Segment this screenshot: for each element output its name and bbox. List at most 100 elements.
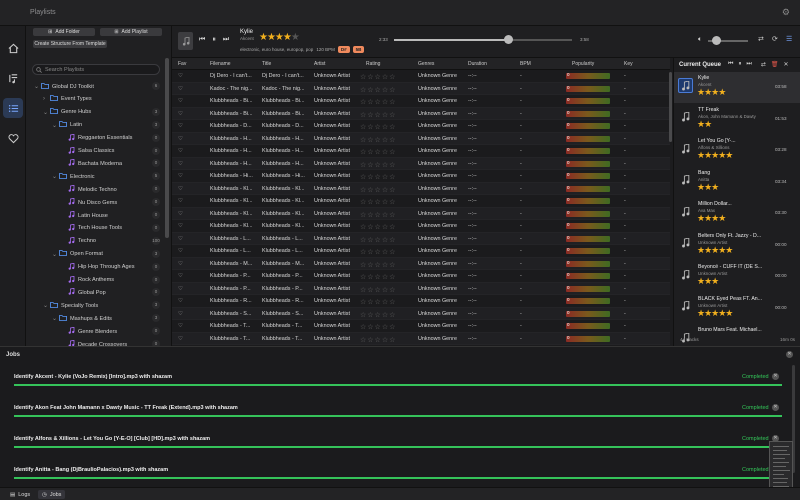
tree-item[interactable]: ⌄ Global DJ Toolkit 6 [34, 80, 160, 93]
seek-knob[interactable] [503, 35, 513, 44]
cell-rating-stars[interactable]: ☆☆☆☆☆ [360, 73, 396, 81]
logs-tab[interactable]: ▤ Logs [6, 490, 34, 499]
table-scrollbar[interactable] [669, 72, 672, 142]
table-row[interactable]: ♡ Klubbheads - Kl... Klubbheads - Kl... Unk… [172, 182, 670, 195]
tree-item[interactable]: Global Pop 0 [61, 286, 160, 299]
cell-rating-stars[interactable]: ☆☆☆☆☆ [360, 111, 396, 119]
chevron-icon[interactable]: ⌄ [43, 302, 50, 309]
cell-rating-stars[interactable]: ☆☆☆☆☆ [360, 236, 396, 244]
favorite-heart-icon[interactable]: ♡ [178, 311, 183, 317]
favorite-heart-icon[interactable]: ♡ [178, 211, 183, 217]
column-header[interactable]: BPM [520, 61, 531, 67]
favorite-heart-icon[interactable]: ♡ [178, 173, 183, 179]
favorite-heart-icon[interactable]: ♡ [178, 148, 183, 154]
chevron-icon[interactable]: ⌄ [52, 251, 59, 258]
tree-item[interactable]: Melodic Techno 0 [61, 183, 160, 196]
cell-rating-stars[interactable]: ☆☆☆☆☆ [360, 248, 396, 256]
tree-item[interactable]: Reggaeton Essentials 0 [61, 132, 160, 145]
column-header[interactable]: Key [624, 61, 633, 67]
cell-rating-stars[interactable]: ☆☆☆☆☆ [360, 223, 396, 231]
queue-item-rating[interactable]: ★★★★★ [697, 150, 733, 161]
volume-knob[interactable] [712, 36, 721, 45]
queue-clear-icon[interactable]: 🗑︎ [771, 61, 779, 68]
queue-toggle-icon[interactable]: ☰ [786, 35, 792, 43]
table-row[interactable]: ♡ Klubbheads - P... Klubbheads - P... Unkno… [172, 282, 670, 295]
column-header[interactable]: Popularity [572, 61, 594, 67]
cell-rating-stars[interactable]: ☆☆☆☆☆ [360, 261, 396, 269]
favorite-heart-icon[interactable]: ♡ [178, 98, 183, 104]
favorite-heart-icon[interactable]: ♡ [178, 248, 183, 254]
table-row[interactable]: ♡ Kadoc - The nig... Kadoc - The nig... Unk… [172, 82, 670, 95]
tree-item[interactable]: Salsa Classics 0 [61, 145, 160, 158]
previous-icon[interactable]: ⏮ [199, 36, 205, 44]
queue-item-rating[interactable]: ★★ [697, 119, 712, 130]
table-row[interactable]: ♡ Klubbheads - L... Klubbheads - L... Unkno… [172, 245, 670, 258]
tree-item[interactable]: Latin House 0 [61, 209, 160, 222]
queue-item-rating[interactable]: ★★★★★ [697, 308, 733, 319]
column-header[interactable]: Fav [178, 61, 186, 67]
table-row[interactable]: ♡ Klubbheads - Hi... Klubbheads - Hi... Unk… [172, 170, 670, 183]
cell-rating-stars[interactable]: ☆☆☆☆☆ [360, 336, 396, 344]
cell-rating-stars[interactable]: ☆☆☆☆☆ [360, 211, 396, 219]
table-row[interactable]: ♡ Dj Dero - I can't... Dj Dero - I can't..… [172, 70, 670, 83]
tree-item[interactable]: Techno 100 [61, 235, 160, 248]
table-row[interactable]: ♡ Klubbheads - H... Klubbheads - H... Unkno… [172, 145, 670, 158]
cell-rating-stars[interactable]: ☆☆☆☆☆ [360, 286, 396, 294]
queue-item[interactable]: Kylie Akcent ★★★★ 03:58 [674, 72, 800, 103]
chevron-icon[interactable]: ⌄ [52, 173, 59, 180]
playlists-nav-button[interactable] [3, 98, 23, 118]
table-row[interactable]: ♡ Klubbheads - L... Klubbheads - L... Unkno… [172, 232, 670, 245]
favorites-nav-button[interactable] [3, 128, 23, 148]
tree-item[interactable]: ⌄ Specialty Tools 3 [43, 299, 160, 312]
column-header[interactable]: Filename [210, 61, 231, 67]
queue-item-rating[interactable]: ★★★ [697, 276, 719, 287]
tree-item[interactable]: ⌄ Open Format 3 [52, 248, 160, 261]
queue-next-icon[interactable]: ⏭ [746, 61, 751, 68]
favorite-heart-icon[interactable]: ♡ [178, 136, 183, 142]
table-row[interactable]: ♡ Klubbheads - Kl... Klubbheads - Kl... Unk… [172, 220, 670, 233]
add-playlist-button[interactable]: ⊞ Add Playlist [100, 28, 162, 36]
tree-item[interactable]: Rock Anthems 0 [61, 274, 160, 287]
queue-previous-icon[interactable]: ⏮ [728, 61, 733, 68]
column-header[interactable]: Genres [418, 61, 434, 67]
favorite-heart-icon[interactable]: ♡ [178, 123, 183, 129]
chevron-icon[interactable]: ⌄ [34, 83, 41, 90]
chevron-icon[interactable]: ⌄ [52, 122, 59, 129]
tree-item[interactable]: ⌄ Latin 3 [52, 119, 160, 132]
queue-item-rating[interactable]: ★★★★ [697, 87, 726, 98]
job-dismiss-icon[interactable]: ✕ [772, 373, 779, 380]
queue-item[interactable]: Belters Only Ft. Jazzy - D... Unknown Art… [674, 230, 800, 261]
queue-item[interactable]: Bang Anitta ★★★ 03:34 [674, 167, 800, 198]
jobs-close-icon[interactable]: ✕ [786, 351, 793, 358]
cell-rating-stars[interactable]: ☆☆☆☆☆ [360, 148, 396, 156]
chevron-icon[interactable]: › [43, 96, 50, 102]
create-structure-button[interactable]: Create Structure From Template [33, 40, 107, 48]
table-row[interactable]: ♡ Klubbheads - H... Klubbheads - H... Unkno… [172, 132, 670, 145]
queue-item[interactable]: Million Dollar... Ava Max ★★★★ 03:30 [674, 198, 800, 229]
home-nav-button[interactable] [3, 38, 23, 58]
column-header[interactable]: Rating [366, 61, 380, 67]
tree-item[interactable]: Hip Hop Through Ages 0 [61, 261, 160, 274]
tree-item[interactable]: Nu Disco Gems 0 [61, 196, 160, 209]
jobs-minimap[interactable] [769, 441, 793, 493]
queue-shuffle-icon[interactable]: ⇄ [761, 61, 766, 68]
cell-rating-stars[interactable]: ☆☆☆☆☆ [360, 198, 396, 206]
cell-rating-stars[interactable]: ☆☆☆☆☆ [360, 98, 396, 106]
tree-item[interactable]: Bachata Moderna 0 [61, 157, 160, 170]
cell-rating-stars[interactable]: ☆☆☆☆☆ [360, 123, 396, 131]
favorite-heart-icon[interactable]: ♡ [178, 73, 183, 79]
settings-icon[interactable]: ⚙ [782, 7, 790, 18]
queue-item[interactable]: TT Freak Akon, John Mamann & Dawty ★★ 01:53 [674, 104, 800, 135]
table-row[interactable]: ♡ Klubbheads - S... Klubbheads - S... Unkno… [172, 307, 670, 320]
queue-close-icon[interactable]: ✕ [783, 61, 788, 68]
tree-item[interactable]: ⌄ Mashups & Edits 3 [52, 312, 160, 325]
add-folder-button[interactable]: ⊞ Add Folder [33, 28, 95, 36]
job-dismiss-icon[interactable]: ✕ [772, 404, 779, 411]
queue-item-rating[interactable]: ★★★★ [697, 213, 726, 224]
favorite-heart-icon[interactable]: ♡ [178, 186, 183, 192]
table-row[interactable]: ♡ Klubbheads - Bi... Klubbheads - Bi... Unk… [172, 95, 670, 108]
track-rating-stars[interactable]: ★★★★★ [259, 32, 300, 43]
table-row[interactable]: ♡ Klubbheads - D... Klubbheads - D... Unkno… [172, 120, 670, 133]
favorite-heart-icon[interactable]: ♡ [178, 273, 183, 279]
favorite-heart-icon[interactable]: ♡ [178, 111, 183, 117]
